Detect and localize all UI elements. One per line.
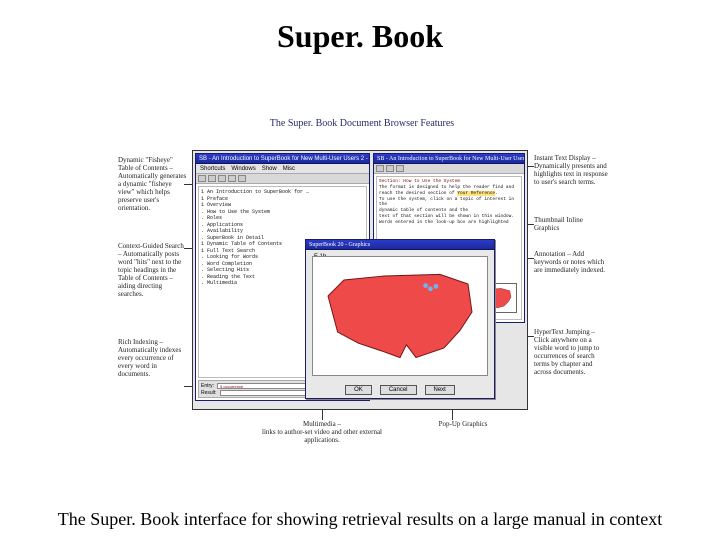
annot-right-0: Instant Text Display – Dynamically prese… — [534, 154, 608, 186]
annot-left-2: Rich Indexing – Automatically indexes ev… — [118, 338, 188, 378]
annot-title: HyperText Jumping – — [534, 328, 595, 336]
annot-body: Automatically indexes every occurrence o… — [118, 346, 181, 378]
text-titlebar[interactable]: SB - An Introduction to SuperBook for Ne… — [374, 154, 524, 164]
status-label: Result: — [201, 390, 217, 396]
highlighted-term[interactable]: Your Reference — [457, 191, 495, 196]
annot-right-3: HyperText Jumping – Click anywhere on a … — [534, 328, 608, 376]
annot-bottom-0: Multimedia – links to author-set video a… — [262, 420, 382, 444]
annot-left-0: Dynamic "Fisheye" Table of Contents – Au… — [118, 156, 188, 212]
text-line: The format is designed to help the reade… — [379, 185, 519, 191]
leader-line — [452, 410, 453, 420]
us-map-icon — [320, 266, 480, 366]
menu-item[interactable]: Show — [262, 166, 277, 172]
popup-body — [312, 256, 488, 376]
toolbar-button[interactable] — [238, 175, 246, 182]
text-line: To use the system, click on a topic of i… — [379, 197, 519, 209]
toolbar-button[interactable] — [218, 175, 226, 182]
toolbar-button[interactable] — [396, 165, 404, 172]
menu-item[interactable]: Shortcuts — [200, 166, 225, 172]
annot-title: Multimedia – — [303, 420, 341, 428]
annot-body: Automatically posts word "hits" next to … — [118, 250, 181, 298]
toc-toolbar — [196, 174, 369, 184]
annot-body: Click anywhere on a visible word to jump… — [534, 336, 599, 376]
window-popup-graphics[interactable]: SuperBook 20 - Graphics F-1b OK Cancel N… — [305, 239, 495, 399]
toc-titlebar[interactable]: SB - An Introduction to SuperBook for Ne… — [196, 154, 369, 164]
leader-line — [322, 410, 323, 420]
popup-titlebar[interactable]: SuperBook 20 - Graphics — [306, 240, 494, 250]
toc-menubar[interactable]: Shortcuts Windows Show Misc — [196, 164, 369, 174]
ok-button[interactable]: OK — [345, 385, 372, 395]
slide-title: Super. Book — [0, 18, 720, 55]
menu-item[interactable]: Windows — [231, 166, 255, 172]
popup-button-row: OK Cancel Next — [306, 385, 494, 395]
annot-right-2: Annotation – Add keywords or notes which… — [534, 250, 608, 274]
next-button[interactable]: Next — [425, 385, 455, 395]
screenshot-area: SB - An Introduction to SuperBook for Ne… — [192, 150, 528, 410]
text-toolbar — [374, 164, 524, 174]
menu-item[interactable]: Misc — [283, 166, 295, 172]
toolbar-button[interactable] — [228, 175, 236, 182]
text-line: Words entered in the look-up box are hig… — [379, 220, 519, 226]
annot-body: links to author-set video and other exte… — [262, 428, 382, 444]
annot-title: Thumbnail Inline Graphics — [534, 216, 583, 232]
toolbar-button[interactable] — [198, 175, 206, 182]
annot-body: Automatically generates a dynamic "fishe… — [118, 172, 186, 212]
toolbar-button[interactable] — [208, 175, 216, 182]
annot-title: Instant Text Display – — [534, 154, 596, 162]
cancel-button[interactable]: Cancel — [380, 385, 417, 395]
figure-title: The Super. Book Document Browser Feature… — [122, 118, 602, 129]
annot-body: Dynamically presents and highlights text… — [534, 162, 608, 186]
toolbar-button[interactable] — [376, 165, 384, 172]
annot-title: Rich Indexing – — [118, 338, 163, 346]
status-label: Entry: — [201, 383, 214, 389]
figure-container: The Super. Book Document Browser Feature… — [122, 114, 602, 474]
slide-caption: The Super. Book interface for showing re… — [0, 509, 720, 530]
annot-bottom-1: Pop-Up Graphics — [418, 420, 508, 428]
annot-title: Annotation – — [534, 250, 571, 258]
annot-title: Dynamic "Fisheye" Table of Contents – — [118, 156, 173, 172]
toolbar-button[interactable] — [386, 165, 394, 172]
annot-title: Pop-Up Graphics — [439, 420, 488, 428]
annot-left-1: Context-Guided Search – Automatically po… — [118, 242, 188, 298]
annot-right-1: Thumbnail Inline Graphics — [534, 216, 608, 232]
